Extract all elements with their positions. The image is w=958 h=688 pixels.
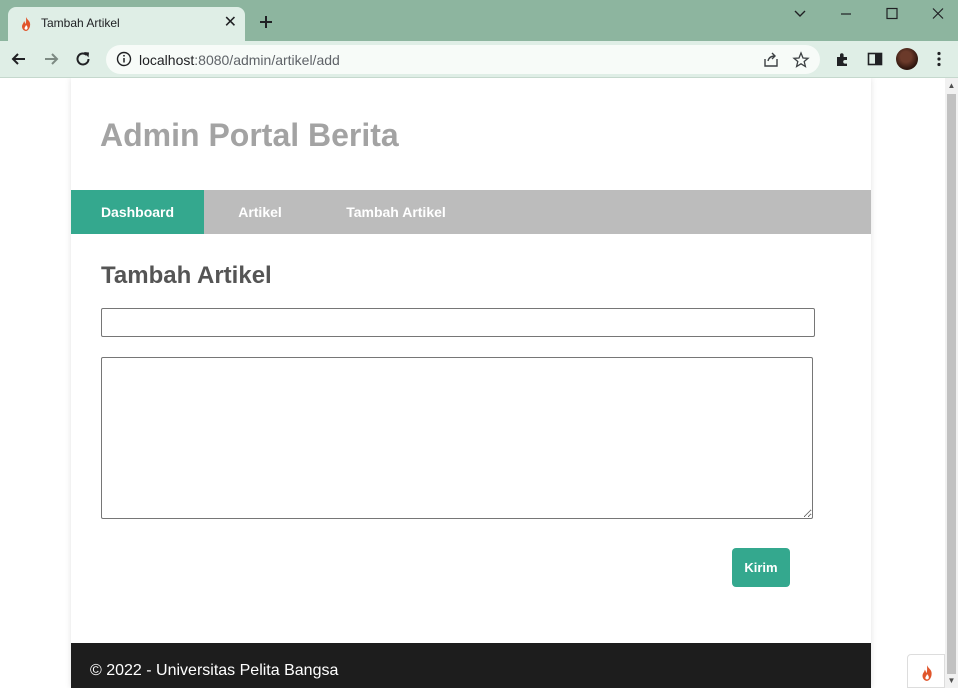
address-bar[interactable]: localhost:8080/admin/artikel/add (106, 45, 820, 74)
site-title: Admin Portal Berita (100, 117, 399, 153)
forward-arrow-icon[interactable] (41, 49, 61, 69)
url-text: localhost:8080/admin/artikel/add (139, 52, 340, 68)
site-info-icon[interactable] (116, 51, 132, 67)
site-footer: © 2022 - Universitas Pelita Bangsa (71, 643, 871, 688)
article-content-textarea[interactable] (101, 357, 813, 519)
codeigniter-flame-icon (22, 17, 31, 31)
page-scrollbar[interactable]: ▲ ▼ (945, 78, 958, 688)
close-window-icon[interactable] (928, 5, 948, 23)
browser-tab[interactable]: Tambah Artikel ✕ (8, 7, 245, 41)
scrollbar-thumb[interactable] (947, 94, 956, 674)
codeigniter-flame-icon (922, 665, 932, 681)
profile-avatar[interactable] (896, 48, 918, 70)
side-panel-icon[interactable] (865, 49, 885, 69)
article-title-input[interactable] (101, 308, 815, 337)
url-host: localhost (139, 52, 195, 68)
footer-copyright: © 2022 - Universitas Pelita Bangsa (90, 662, 339, 679)
nav-item-artikel[interactable]: Artikel (226, 190, 294, 234)
extensions-puzzle-icon[interactable] (833, 49, 853, 69)
debug-toolbar-button[interactable] (907, 654, 945, 688)
tab-title: Tambah Artikel (41, 16, 120, 30)
browser-toolbar: localhost:8080/admin/artikel/add (0, 41, 958, 78)
submit-button[interactable]: Kirim (732, 548, 790, 587)
page-viewport: Admin Portal Berita Dashboard Artikel Ta… (0, 78, 945, 688)
nav-item-dashboard[interactable]: Dashboard (71, 190, 204, 234)
scroll-down-icon[interactable]: ▼ (947, 676, 956, 686)
nav-item-tambah-artikel[interactable]: Tambah Artikel (334, 190, 458, 234)
page-container: Admin Portal Berita Dashboard Artikel Ta… (71, 78, 871, 688)
main-navbar: Dashboard Artikel Tambah Artikel (71, 190, 871, 234)
page-heading: Tambah Artikel (101, 262, 272, 289)
reload-icon[interactable] (73, 49, 93, 69)
tab-close-icon[interactable]: ✕ (224, 13, 237, 33)
site-header: Admin Portal Berita (71, 78, 871, 190)
maximize-icon[interactable] (882, 5, 902, 23)
scroll-up-icon[interactable]: ▲ (947, 81, 956, 91)
new-tab-icon[interactable] (256, 12, 276, 32)
bookmark-star-icon[interactable] (792, 51, 810, 69)
back-arrow-icon[interactable] (9, 49, 29, 69)
tab-search-chevron-icon[interactable] (790, 5, 810, 23)
browser-menu-icon[interactable] (929, 49, 949, 69)
minimize-icon[interactable] (836, 5, 856, 23)
url-path: :8080/admin/artikel/add (194, 52, 340, 68)
browser-tab-strip: Tambah Artikel ✕ (0, 0, 958, 41)
share-icon[interactable] (762, 51, 780, 69)
